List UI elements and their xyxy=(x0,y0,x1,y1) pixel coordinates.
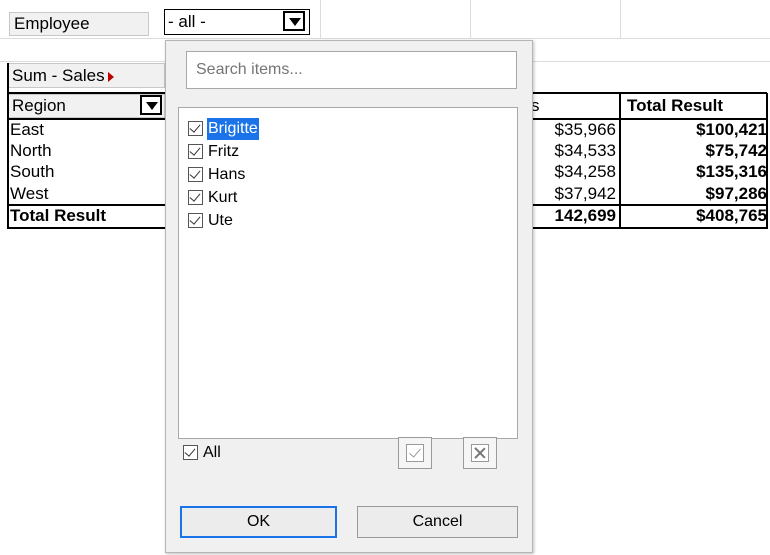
row-label: North xyxy=(10,141,52,160)
filter-field-label: Employee xyxy=(9,12,149,36)
grid-line xyxy=(0,38,770,39)
partial-value: $37,942 xyxy=(554,184,616,203)
checkbox[interactable] xyxy=(183,445,198,460)
total-row-label: Total Result xyxy=(10,206,107,225)
filter-dropdown-value: - all - xyxy=(168,12,206,31)
total-value: $97,286 xyxy=(705,184,767,203)
chevron-down-icon[interactable] xyxy=(140,95,162,115)
row-label: East xyxy=(10,120,45,139)
checkbox[interactable] xyxy=(188,167,203,182)
partial-value: $34,258 xyxy=(554,162,616,181)
check-icon xyxy=(406,444,424,462)
grand-total: $408,765 xyxy=(696,206,767,225)
row-label: West xyxy=(10,184,49,203)
data-field-text: Sum - Sales xyxy=(12,66,105,85)
table-border xyxy=(766,93,768,229)
list-item-label: Kurt xyxy=(208,189,238,206)
grid-line xyxy=(320,0,321,38)
cancel-button[interactable]: Cancel xyxy=(357,506,518,538)
close-icon xyxy=(471,444,489,462)
partial-value: $35,966 xyxy=(554,120,616,139)
checkbox[interactable] xyxy=(188,213,203,228)
list-item-label: Ute xyxy=(208,212,233,229)
items-list[interactable]: Brigitte Fritz Hans Kurt Ute xyxy=(178,107,518,439)
total-value: $135,316 xyxy=(696,162,767,181)
autofilter-popup: Brigitte Fritz Hans Kurt Ute All OK Canc… xyxy=(165,40,533,553)
total-value: $75,742 xyxy=(705,141,767,160)
table-border xyxy=(7,63,9,229)
grid-line xyxy=(620,0,621,38)
data-field-label: Sum - Sales xyxy=(7,63,165,88)
list-item-label: Hans xyxy=(208,166,246,183)
checkbox[interactable] xyxy=(188,144,203,159)
check-all-button[interactable] xyxy=(398,437,432,469)
total-column-header: Total Result xyxy=(627,96,724,115)
checkbox[interactable] xyxy=(188,121,203,136)
red-triangle-icon xyxy=(107,71,114,82)
grid-line xyxy=(470,0,471,38)
ok-button[interactable]: OK xyxy=(180,506,337,538)
select-all-label: All xyxy=(203,444,221,461)
chevron-down-icon[interactable] xyxy=(283,11,305,31)
search-input[interactable] xyxy=(186,51,517,89)
partial-total: 142,699 xyxy=(554,206,616,225)
list-item-label: Brigitte xyxy=(207,118,259,140)
row-field-label: Region xyxy=(12,96,66,115)
row-field-header[interactable]: Region xyxy=(7,94,165,118)
filter-dropdown[interactable]: - all - xyxy=(164,9,310,35)
table-border xyxy=(619,93,621,229)
list-item-label: Fritz xyxy=(208,143,240,160)
row-label: South xyxy=(10,162,55,181)
checkbox[interactable] xyxy=(188,190,203,205)
uncheck-all-button[interactable] xyxy=(463,437,497,469)
total-value: $100,421 xyxy=(696,120,767,139)
partial-value: $34,533 xyxy=(554,141,616,160)
